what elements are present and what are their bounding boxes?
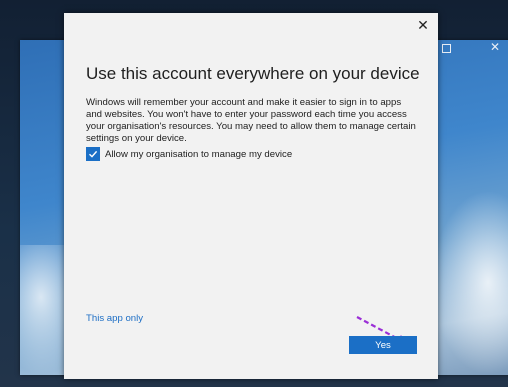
cloud-decoration [432,190,508,375]
close-icon[interactable]: ✕ [488,40,502,54]
close-icon[interactable]: ✕ [414,16,432,34]
dialog-title: Use this account everywhere on your devi… [86,64,420,83]
maximize-icon[interactable] [442,44,451,53]
manage-device-checkbox[interactable] [86,147,100,161]
this-app-only-link[interactable]: This app only [86,313,143,324]
checkbox-label: Allow my organisation to manage my devic… [105,148,293,160]
dialog-description: Windows will remember your account and m… [86,97,416,144]
manage-device-option[interactable]: Allow my organisation to manage my devic… [86,147,292,161]
account-dialog: ✕ Use this account everywhere on your de… [64,13,438,379]
yes-button[interactable]: Yes [349,336,417,354]
checkmark-icon [89,150,98,158]
